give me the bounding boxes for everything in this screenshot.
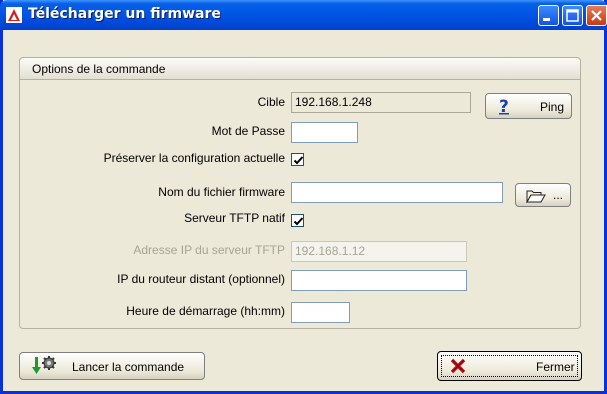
tftp-ip-label: Adresse IP du serveur TFTP bbox=[133, 243, 285, 257]
target-field: 192.168.1.248 bbox=[291, 92, 471, 113]
maximize-button[interactable] bbox=[562, 5, 583, 26]
browse-button[interactable]: ... bbox=[515, 183, 571, 207]
password-label: Mot de Passe bbox=[211, 124, 285, 138]
app-icon bbox=[6, 7, 22, 23]
window-title: Télécharger un firmware bbox=[28, 6, 221, 22]
run-gear-icon bbox=[32, 356, 56, 374]
preserve-config-label: Préserver la configuration actuelle bbox=[103, 151, 285, 165]
maximize-icon bbox=[566, 9, 579, 22]
options-group-title: Options de la commande bbox=[32, 62, 166, 76]
password-field[interactable] bbox=[291, 122, 358, 143]
router-ip-label: IP du routeur distant (optionnel) bbox=[117, 272, 285, 286]
launch-command-label: Lancer la commande bbox=[72, 360, 185, 374]
options-group-header: Options de la commande bbox=[20, 58, 580, 80]
firmware-file-field[interactable] bbox=[291, 182, 503, 203]
title-bar[interactable]: Télécharger un firmware bbox=[0, 0, 607, 30]
tftp-native-checkbox[interactable] bbox=[291, 214, 304, 227]
close-label: Fermer bbox=[536, 360, 575, 374]
ping-button[interactable]: ? Ping bbox=[485, 93, 572, 119]
tftp-ip-field: 192.168.1.12 bbox=[291, 241, 467, 262]
minimize-icon bbox=[543, 18, 550, 21]
close-window-button[interactable] bbox=[586, 5, 607, 26]
launch-command-button[interactable]: Lancer la commande bbox=[19, 352, 205, 380]
ping-label: Ping bbox=[540, 100, 565, 114]
firmware-file-label: Nom du fichier firmware bbox=[158, 185, 285, 199]
checkmark-icon bbox=[293, 156, 304, 165]
svg-text:?: ? bbox=[499, 97, 509, 115]
help-icon: ? bbox=[499, 97, 509, 115]
browse-label: ... bbox=[553, 188, 564, 202]
tftp-native-label: Serveur TFTP natif bbox=[184, 211, 285, 225]
red-x-icon bbox=[450, 358, 466, 374]
minimize-button[interactable] bbox=[538, 5, 559, 26]
close-icon bbox=[591, 10, 602, 21]
checkmark-icon bbox=[293, 217, 304, 226]
close-button[interactable]: Fermer bbox=[437, 351, 582, 381]
preserve-config-checkbox[interactable] bbox=[291, 153, 304, 166]
target-label: Cible bbox=[257, 95, 285, 109]
start-time-label: Heure de démarrage (hh:mm) bbox=[126, 304, 285, 318]
start-time-field[interactable] bbox=[291, 302, 350, 323]
folder-open-icon bbox=[526, 190, 546, 203]
router-ip-field[interactable] bbox=[291, 270, 467, 291]
